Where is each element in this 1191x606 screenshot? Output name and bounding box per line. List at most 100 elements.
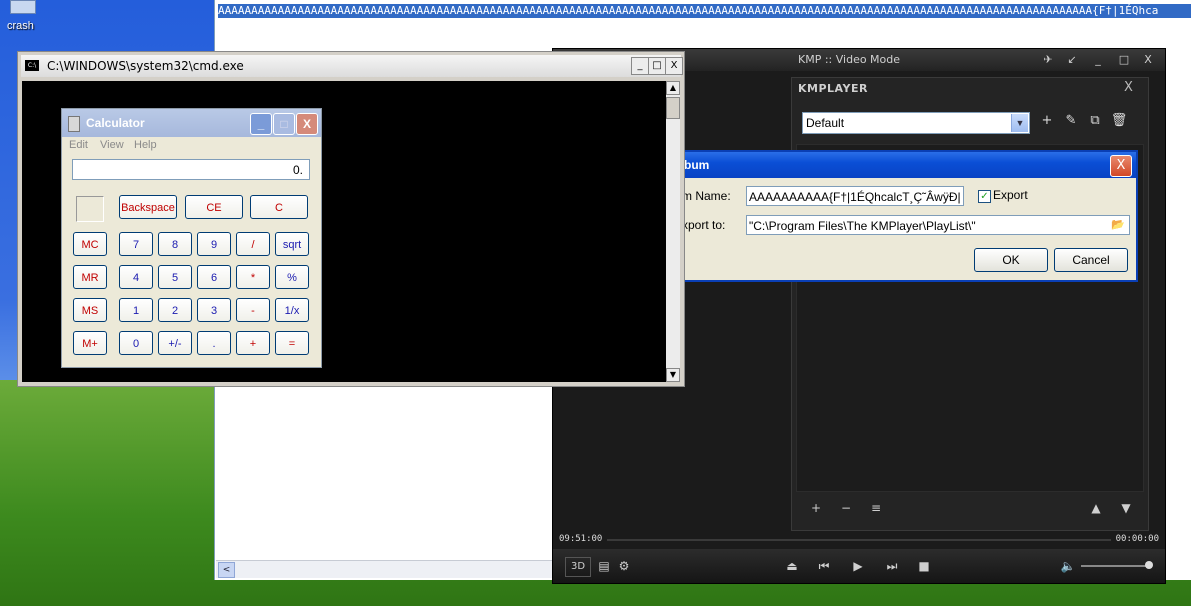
kmp-close-button[interactable]: X: [1139, 52, 1157, 68]
scroll-left-button[interactable]: <: [218, 562, 235, 578]
desktop-icon-crash[interactable]: crash: [4, 0, 44, 36]
reciprocal-button[interactable]: 1/x: [275, 298, 309, 322]
negate-button[interactable]: +/-: [158, 331, 192, 355]
calc-maximize-button: □: [273, 113, 295, 135]
cmd-minimize-button[interactable]: _: [631, 57, 649, 75]
time-total: 00:00:00: [1115, 534, 1159, 544]
calc-minimize-button[interactable]: _: [250, 113, 272, 135]
horizontal-scrollbar[interactable]: <: [216, 560, 556, 578]
eject-icon[interactable]: ⏏: [783, 557, 801, 575]
stop-icon[interactable]: ■: [915, 557, 933, 575]
album-name-input[interactable]: AAAAAAAAAA{F†|1ÉQhcalcT¸Ç˜ÂwÿÐ|: [746, 186, 964, 206]
calc-display: 0.: [72, 159, 310, 180]
calc-menubar: Edit View Help: [62, 138, 321, 154]
edit-icon[interactable]: ✎: [1062, 112, 1080, 130]
playlist-select[interactable]: Default ▼: [802, 112, 1030, 134]
memory-indicator: [76, 196, 104, 222]
cancel-button[interactable]: Cancel: [1054, 248, 1128, 272]
subtract-button[interactable]: -: [236, 298, 270, 322]
3d-button[interactable]: 3D: [565, 557, 591, 577]
key-4[interactable]: 4: [119, 265, 153, 289]
play-icon[interactable]: ▶: [849, 557, 867, 575]
chevron-down-icon[interactable]: ▼: [1011, 114, 1028, 132]
trash-icon[interactable]: 🗑: [1110, 112, 1128, 130]
dialog-close-button[interactable]: X: [1110, 155, 1132, 177]
key-6[interactable]: 6: [197, 265, 231, 289]
multiply-button[interactable]: *: [236, 265, 270, 289]
scroll-thumb[interactable]: [666, 97, 680, 119]
seek-track[interactable]: [607, 539, 1111, 541]
key-0[interactable]: 0: [119, 331, 153, 355]
kmp-title: KMP :: Video Mode: [798, 53, 901, 66]
move-up-icon[interactable]: ▲: [1088, 500, 1104, 516]
playlist-icon[interactable]: ▤: [595, 557, 613, 575]
ok-button[interactable]: OK: [974, 248, 1048, 272]
menu-help[interactable]: Help: [134, 139, 157, 151]
move-down-icon[interactable]: ▼: [1118, 500, 1134, 516]
volume-slider[interactable]: [1081, 565, 1151, 567]
seek-bar[interactable]: 09:51:00 00:00:00: [557, 533, 1161, 547]
copy-icon[interactable]: ⧉: [1086, 112, 1104, 130]
panel-close-button[interactable]: X: [1124, 80, 1133, 95]
add-playlist-icon[interactable]: +: [1038, 112, 1056, 130]
volume-icon[interactable]: 🔈: [1059, 557, 1077, 575]
calculator-window[interactable]: Calculator _ □ X Edit View Help 0. Backs…: [61, 108, 322, 368]
key-8[interactable]: 8: [158, 232, 192, 256]
settings-icon[interactable]: ⚙: [615, 557, 633, 575]
ms-button[interactable]: MS: [73, 298, 107, 322]
scroll-up-button[interactable]: ▲: [666, 81, 680, 95]
selected-text-line[interactable]: AAAAAAAAAAAAAAAAAAAAAAAAAAAAAAAAAAAAAAAA…: [218, 4, 1191, 18]
kmp-minimize-button[interactable]: _: [1089, 52, 1107, 68]
export-path-input[interactable]: "C:\Program Files\The KMPlayer\PlayList\…: [746, 215, 1130, 235]
mr-button[interactable]: MR: [73, 265, 107, 289]
folder-open-icon[interactable]: 📂: [1109, 217, 1127, 233]
cmd-close-button[interactable]: X: [665, 57, 683, 75]
sqrt-button[interactable]: sqrt: [275, 232, 309, 256]
playlist-panel: KMPLAYER X Default ▼ + ✎ ⧉ 🗑 + − ≡ ▲ ▼: [791, 77, 1149, 531]
volume-knob[interactable]: [1145, 561, 1153, 569]
list-menu-icon[interactable]: ≡: [868, 500, 884, 516]
scroll-down-button[interactable]: ▼: [666, 368, 680, 382]
add-item-icon[interactable]: +: [808, 500, 824, 516]
cmd-icon: C:\: [25, 60, 39, 71]
calculator-icon: [68, 116, 80, 132]
divide-button[interactable]: /: [236, 232, 270, 256]
next-icon[interactable]: ⏭: [883, 557, 901, 575]
ce-button[interactable]: CE: [185, 195, 243, 219]
playlist-select-value: Default: [806, 116, 845, 130]
key-7[interactable]: 7: [119, 232, 153, 256]
export-checkbox[interactable]: ✓: [978, 190, 991, 203]
calc-close-button[interactable]: X: [296, 113, 318, 135]
key-5[interactable]: 5: [158, 265, 192, 289]
remove-item-icon[interactable]: −: [838, 500, 854, 516]
key-1[interactable]: 1: [119, 298, 153, 322]
decimal-button[interactable]: .: [197, 331, 231, 355]
cmd-maximize-button[interactable]: □: [648, 57, 666, 75]
export-label: Export: [993, 188, 1028, 202]
restore-small-icon[interactable]: ↙: [1063, 52, 1081, 68]
key-3[interactable]: 3: [197, 298, 231, 322]
c-button[interactable]: C: [250, 195, 308, 219]
key-9[interactable]: 9: [197, 232, 231, 256]
pin-icon[interactable]: ✈: [1039, 52, 1057, 68]
kmp-maximize-button[interactable]: □: [1115, 52, 1133, 68]
previous-icon[interactable]: ⏮: [815, 557, 833, 575]
percent-button[interactable]: %: [275, 265, 309, 289]
mc-button[interactable]: MC: [73, 232, 107, 256]
file-icon: [10, 0, 36, 14]
transport-controls: 3D ▤ ⚙ ⏏ ⏮ ▶ ⏭ ■ 🔈: [553, 549, 1165, 583]
backspace-button[interactable]: Backspace: [119, 195, 177, 219]
dialog-titlebar[interactable]: bum: [680, 152, 1136, 178]
menu-edit[interactable]: Edit: [69, 139, 88, 151]
time-elapsed: 09:51:00: [559, 534, 603, 544]
menu-view[interactable]: View: [100, 139, 124, 151]
vertical-scrollbar[interactable]: ▲ ▼: [666, 81, 680, 382]
dialog-title: bum: [684, 158, 710, 172]
add-button[interactable]: +: [236, 331, 270, 355]
key-2[interactable]: 2: [158, 298, 192, 322]
cmd-titlebar[interactable]: C:\ C:\WINDOWS\system32\cmd.exe _ □ X: [21, 55, 683, 77]
album-export-dialog[interactable]: bum X m Name: AAAAAAAAAA{F†|1ÉQhcalcT¸Ç˜…: [680, 150, 1138, 282]
calc-titlebar[interactable]: Calculator _ □ X: [62, 109, 321, 137]
mplus-button[interactable]: M+: [73, 331, 107, 355]
equals-button[interactable]: =: [275, 331, 309, 355]
